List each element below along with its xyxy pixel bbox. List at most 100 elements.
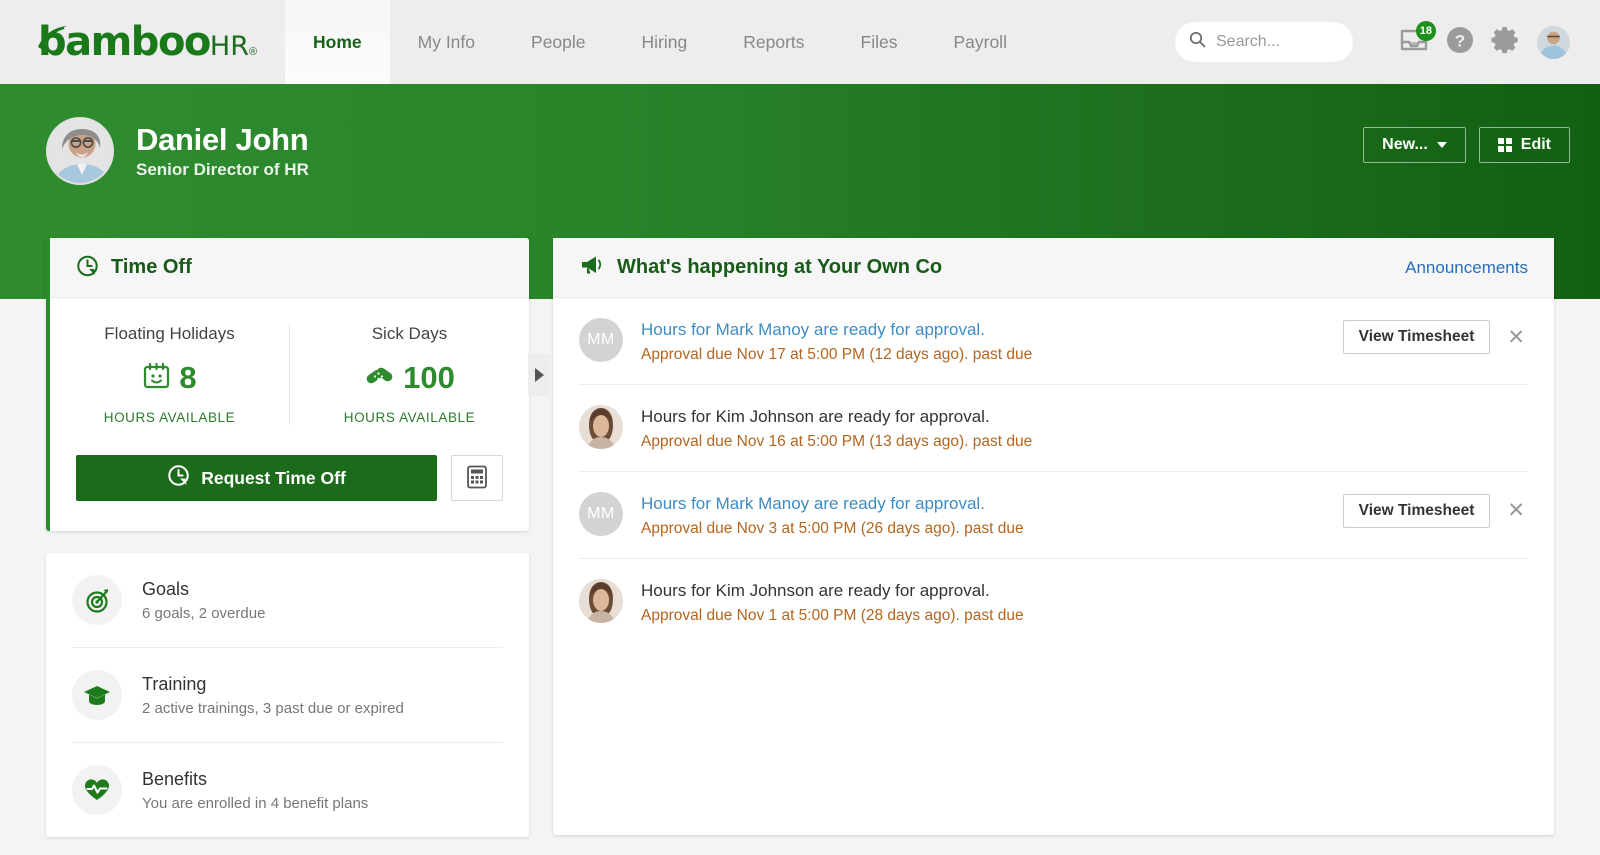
graduation-cap-icon — [72, 670, 122, 720]
nav-item-hiring[interactable]: Hiring — [614, 0, 716, 84]
quick-link-title: Goals — [142, 578, 265, 601]
balance-value-row: 100 — [300, 360, 519, 396]
inbox-badge-count: 18 — [1416, 21, 1436, 41]
profile-summary: Daniel John Senior Director of HR — [46, 117, 309, 185]
time-off-title: Time Off — [111, 256, 192, 279]
avatar-image — [48, 119, 114, 185]
avatar-initials: MM — [587, 331, 615, 349]
nav-item-my-info[interactable]: My Info — [390, 0, 503, 84]
quick-link-text: Goals 6 goals, 2 overdue — [142, 578, 265, 621]
search-input[interactable]: Search... — [1175, 22, 1353, 62]
feed-title: What's happening at Your Own Co — [617, 256, 942, 279]
feed-item[interactable]: MM Hours for Mark Manoy are ready for ap… — [579, 471, 1528, 558]
time-off-calculator-button[interactable] — [451, 455, 503, 501]
nav-right-tools: Search... 18 ? — [1175, 0, 1600, 84]
header-action-buttons: New... Edit — [1363, 117, 1570, 163]
search-icon — [1189, 31, 1206, 53]
time-off-body: Floating Holidays — [50, 298, 529, 531]
bandage-icon — [364, 361, 395, 395]
feed-item[interactable]: Hours for Kim Johnson are ready for appr… — [579, 384, 1528, 471]
balance-unit: HOURS AVAILABLE — [60, 410, 279, 425]
avatar: MM — [579, 318, 623, 362]
balance-amount: 8 — [179, 360, 196, 396]
nav-item-people[interactable]: People — [503, 0, 614, 84]
close-icon[interactable]: ✕ — [1504, 500, 1528, 521]
feed-item-title: Hours for Kim Johnson are ready for appr… — [641, 580, 1488, 603]
balance-floating-holidays: Floating Holidays — [50, 324, 289, 425]
quick-link-text: Benefits You are enrolled in 4 benefit p… — [142, 768, 368, 811]
feed-item-title[interactable]: Hours for Mark Manoy are ready for appro… — [641, 493, 1325, 516]
help-icon: ? — [1445, 25, 1475, 60]
close-icon[interactable]: ✕ — [1504, 327, 1528, 348]
right-column: What's happening at Your Own Co Announce… — [553, 238, 1554, 855]
main-nav-items: Home My Info People Hiring Reports Files… — [285, 0, 1035, 84]
avatar-image — [579, 405, 623, 449]
view-timesheet-button[interactable]: View Timesheet — [1343, 320, 1491, 354]
nav-label: My Info — [418, 32, 475, 53]
feed-item-text: Hours for Kim Johnson are ready for appr… — [641, 405, 1488, 451]
chevron-down-icon — [1437, 142, 1447, 148]
nav-item-payroll[interactable]: Payroll — [925, 0, 1035, 84]
calculator-icon — [466, 465, 488, 492]
feed-item-text: Hours for Mark Manoy are ready for appro… — [641, 492, 1325, 538]
profile-avatar[interactable] — [46, 117, 114, 185]
quick-link-training[interactable]: Training 2 active trainings, 3 past due … — [72, 647, 503, 742]
quick-link-title: Benefits — [142, 768, 368, 791]
grid-icon — [1498, 138, 1512, 152]
avatar-initials: MM — [587, 505, 615, 523]
feed-item-due: Approval due Nov 1 at 5:00 PM (28 days a… — [641, 607, 1488, 625]
avatar — [579, 579, 623, 623]
feed-item[interactable]: Hours for Kim Johnson are ready for appr… — [579, 558, 1528, 645]
dashboard-content: Time Off Floating Holidays — [0, 238, 1600, 855]
megaphone-icon — [579, 254, 604, 281]
request-time-off-button[interactable]: Request Time Off — [76, 455, 437, 501]
feed-item-due: Approval due Nov 17 at 5:00 PM (12 days … — [641, 346, 1325, 364]
feed-item-due: Approval due Nov 3 at 5:00 PM (26 days a… — [641, 520, 1325, 538]
logo-area[interactable]: bamboo HR ® — [0, 0, 285, 84]
feed-item-actions — [1506, 579, 1528, 581]
avatar-image — [579, 579, 623, 623]
quick-link-goals[interactable]: Goals 6 goals, 2 overdue — [72, 553, 503, 647]
logo-text-hr: HR — [210, 33, 249, 60]
announcements-link[interactable]: Announcements — [1405, 258, 1528, 278]
balance-label: Floating Holidays — [60, 324, 279, 344]
view-timesheet-button[interactable]: View Timesheet — [1343, 494, 1491, 528]
nav-item-reports[interactable]: Reports — [715, 0, 832, 84]
new-button[interactable]: New... — [1363, 127, 1466, 163]
target-icon — [72, 575, 122, 625]
time-off-icon — [76, 254, 99, 282]
nav-item-files[interactable]: Files — [833, 0, 926, 84]
nav-label: Files — [861, 32, 898, 53]
feed-item-title[interactable]: Hours for Mark Manoy are ready for appro… — [641, 319, 1325, 342]
feed-item-text: Hours for Mark Manoy are ready for appro… — [641, 318, 1325, 364]
request-button-label: Request Time Off — [201, 468, 346, 489]
carousel-next-button[interactable] — [528, 354, 550, 396]
feed-items-list: MM Hours for Mark Manoy are ready for ap… — [553, 298, 1554, 835]
edit-button[interactable]: Edit — [1479, 127, 1570, 163]
quick-link-desc: 2 active trainings, 3 past due or expire… — [142, 700, 404, 717]
feed-item[interactable]: MM Hours for Mark Manoy are ready for ap… — [579, 298, 1528, 384]
clock-send-icon — [167, 464, 190, 492]
feed-item-actions: View Timesheet ✕ — [1343, 318, 1528, 354]
feed-item-title: Hours for Kim Johnson are ready for appr… — [641, 406, 1488, 429]
balance-sick-days: Sick Days — [289, 324, 529, 425]
quick-link-desc: You are enrolled in 4 benefit plans — [142, 795, 368, 812]
settings-button[interactable] — [1483, 19, 1529, 65]
feed-item-due: Approval due Nov 16 at 5:00 PM (13 days … — [641, 433, 1488, 451]
bamboohr-logo[interactable]: bamboo HR ® — [38, 22, 257, 62]
nav-label: Home — [313, 32, 362, 53]
quick-links-card: Goals 6 goals, 2 overdue Training 2 acti… — [46, 553, 529, 837]
time-off-actions: Request Time Off — [50, 425, 529, 531]
time-off-balances: Floating Holidays — [50, 324, 529, 425]
user-avatar-button[interactable] — [1537, 26, 1570, 59]
inbox-button[interactable]: 18 — [1391, 19, 1437, 65]
heart-pulse-icon — [72, 765, 122, 815]
balance-label: Sick Days — [300, 324, 519, 344]
top-navigation-bar: bamboo HR ® Home My Info People Hiring R… — [0, 0, 1600, 84]
quick-link-benefits[interactable]: Benefits You are enrolled in 4 benefit p… — [72, 742, 503, 837]
feed-item-actions: View Timesheet ✕ — [1343, 492, 1528, 528]
new-button-label: New... — [1382, 136, 1428, 154]
nav-item-home[interactable]: Home — [285, 0, 390, 84]
nav-label: Payroll — [953, 32, 1007, 53]
help-button[interactable]: ? — [1437, 19, 1483, 65]
